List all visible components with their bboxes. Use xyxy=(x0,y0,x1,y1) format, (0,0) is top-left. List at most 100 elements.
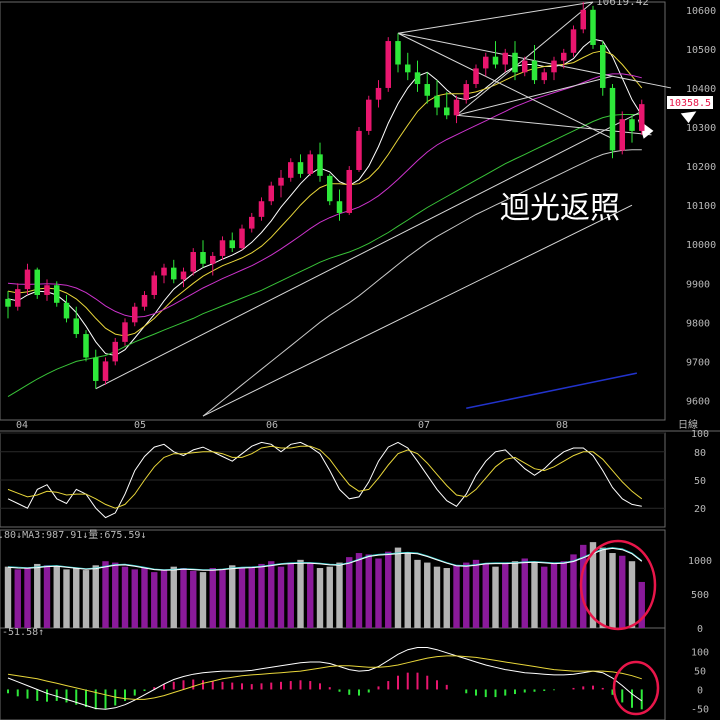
price-tick-label: 9700 xyxy=(686,357,710,368)
candle-body xyxy=(600,44,606,88)
candle-body xyxy=(307,154,313,174)
volume-bar xyxy=(258,563,265,628)
candle-body xyxy=(15,289,21,307)
volume-bar xyxy=(531,562,538,628)
volume-bar xyxy=(511,561,519,628)
volume-bar xyxy=(24,568,31,628)
candle-body xyxy=(219,240,226,256)
candle-body xyxy=(317,154,323,176)
candle-body xyxy=(239,228,245,249)
volume-bar xyxy=(151,572,158,628)
price-tick-label: 10300 xyxy=(686,123,716,134)
candle-body xyxy=(444,107,450,116)
candle-body xyxy=(580,9,586,30)
volume-bar xyxy=(521,558,528,628)
candle-body xyxy=(34,269,40,295)
volume-bar xyxy=(307,562,314,628)
volume-bar xyxy=(541,566,548,628)
candle-body xyxy=(93,357,99,381)
volume-bar xyxy=(336,562,343,628)
volume-tick-label: 500 xyxy=(691,590,709,601)
price-tick-label: 9600 xyxy=(686,396,710,407)
volume-bar xyxy=(326,566,333,628)
volume-bar xyxy=(63,569,70,628)
candle-body xyxy=(249,216,255,229)
date-tick-label: 06 xyxy=(266,420,278,431)
price-tick-label: 10600 xyxy=(686,6,716,17)
date-tick-label: 07 xyxy=(418,420,430,431)
volume-bar xyxy=(463,562,470,628)
candle-body xyxy=(561,52,567,61)
candle-body xyxy=(24,269,31,290)
candle-body xyxy=(414,72,421,85)
kd-tick-label: 20 xyxy=(694,504,706,515)
candle-body xyxy=(619,119,625,151)
candle-body xyxy=(288,162,294,178)
volume-bar xyxy=(482,563,489,628)
candle-body xyxy=(609,87,616,151)
volume-bar xyxy=(365,554,372,628)
candle-body xyxy=(63,302,70,319)
candle-body xyxy=(356,130,362,170)
candle-body xyxy=(83,334,89,358)
candle-body xyxy=(522,60,528,73)
volume-bar xyxy=(316,568,324,628)
volume-bar xyxy=(619,555,626,628)
volume-bar xyxy=(570,554,577,628)
candle-body xyxy=(541,72,547,81)
candle-body xyxy=(424,84,430,96)
date-tick-label: 05 xyxy=(134,420,146,431)
candle-body xyxy=(44,285,50,295)
volume-bar xyxy=(404,553,411,628)
volume-bar xyxy=(209,568,216,628)
candle-body xyxy=(434,95,440,108)
volume-bar xyxy=(560,561,567,628)
annotation-text: 迴光返照 xyxy=(500,191,620,226)
last-price-label: 10358.5 xyxy=(669,98,711,109)
volume-bar xyxy=(609,553,616,628)
candle-body xyxy=(463,84,469,100)
macd-header: -51.58↑ xyxy=(2,627,44,638)
candle-body xyxy=(229,240,235,249)
price-tick-label: 10400 xyxy=(686,84,716,95)
kd-tick-label: 50 xyxy=(694,476,706,487)
volume-bar xyxy=(394,547,402,628)
volume-bar xyxy=(248,566,255,628)
volume-bar xyxy=(92,565,99,628)
date-tick-label: 04 xyxy=(16,420,28,431)
candle-body xyxy=(268,185,274,202)
candle-body xyxy=(141,294,148,307)
volume-bar xyxy=(238,568,246,628)
volume-bar xyxy=(355,553,363,628)
volume-bar xyxy=(199,572,207,628)
volume-bar xyxy=(385,551,392,628)
volume-bar xyxy=(346,557,353,628)
price-tick-label: 10100 xyxy=(686,201,716,212)
price-tick-label: 10500 xyxy=(686,45,716,56)
candle-body xyxy=(336,201,343,213)
volume-bar xyxy=(73,568,80,628)
volume-bar xyxy=(14,569,21,628)
candle-body xyxy=(112,341,118,362)
last-price-tag: 10358.5 xyxy=(667,96,713,109)
volume-bar xyxy=(550,563,558,628)
volume-bar xyxy=(180,568,187,628)
price-tick-label: 10200 xyxy=(686,162,716,173)
volume-bar xyxy=(160,569,168,628)
volume-bar xyxy=(170,566,177,628)
volume-bar xyxy=(472,559,480,628)
volume-bar xyxy=(599,547,606,628)
candle-body xyxy=(405,64,411,73)
candle-body xyxy=(132,306,138,323)
price-tick-label: 9800 xyxy=(686,318,710,329)
volume-bar xyxy=(53,566,60,628)
candle-body xyxy=(366,99,372,131)
volume-bar xyxy=(492,566,499,628)
candle-body xyxy=(200,252,206,264)
volume-bar xyxy=(43,565,51,628)
volume-bar xyxy=(131,569,138,628)
candle-body xyxy=(395,41,401,65)
candle-body xyxy=(453,99,460,116)
candle-body xyxy=(258,201,265,217)
candle-body xyxy=(590,9,596,45)
